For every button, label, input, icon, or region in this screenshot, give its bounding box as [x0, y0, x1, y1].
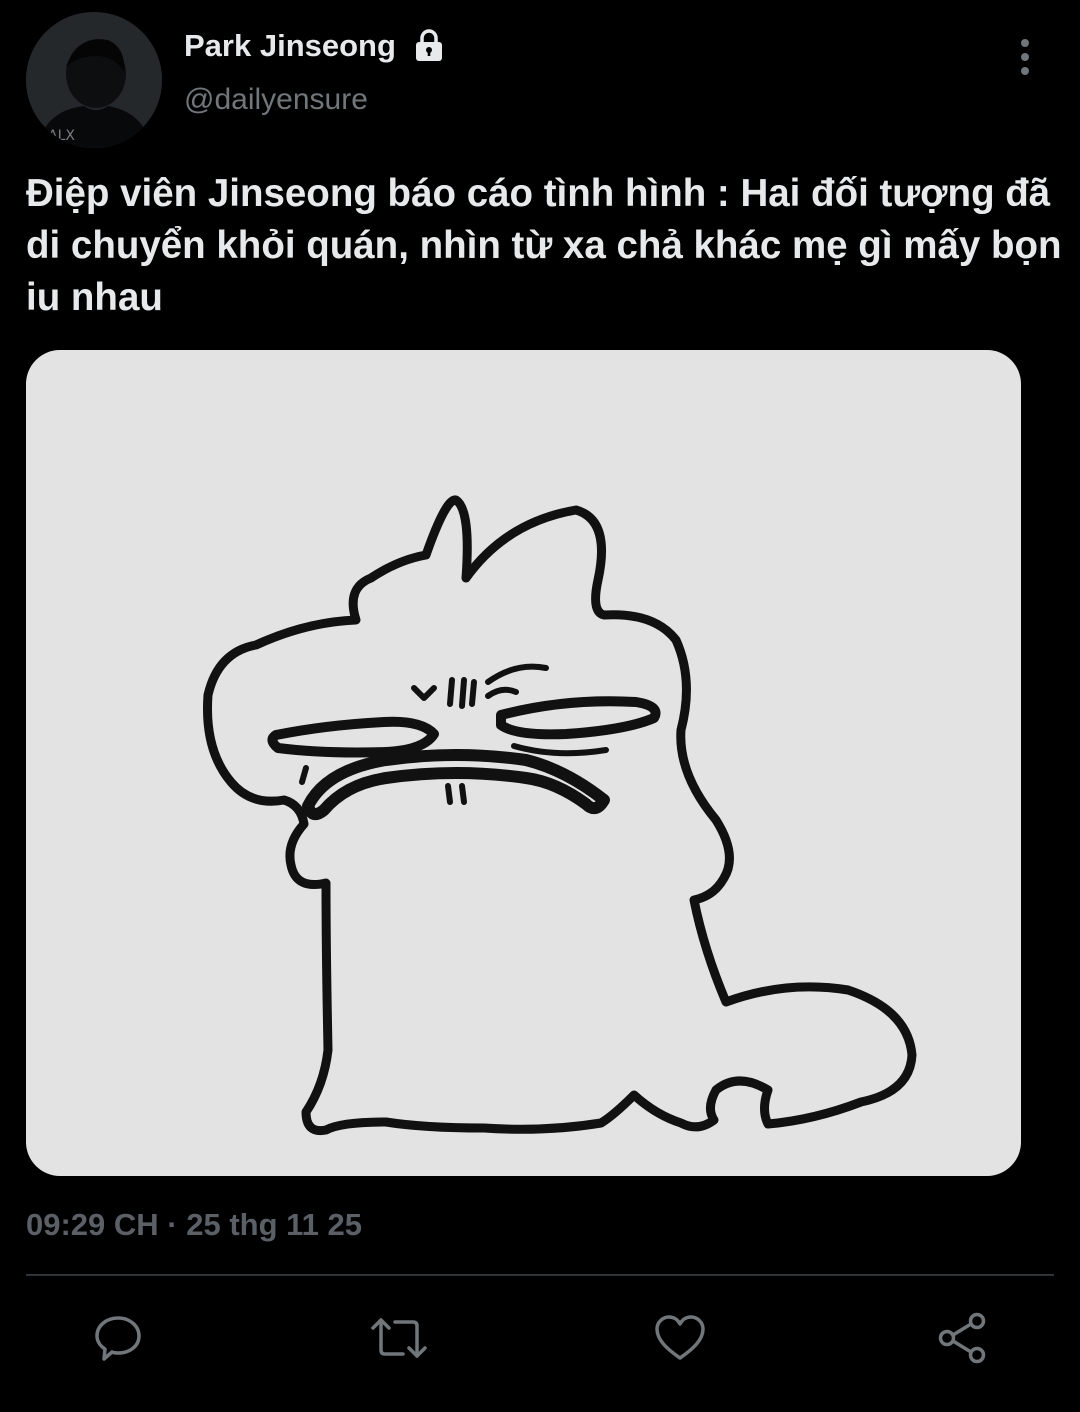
avatar[interactable]: ALX	[26, 12, 162, 148]
lock-icon	[416, 29, 442, 61]
author-display-name[interactable]: Park Jinseong	[184, 24, 396, 68]
share-button[interactable]	[932, 1308, 992, 1368]
retweet-button[interactable]	[369, 1308, 429, 1368]
author-handle[interactable]: @dailyensure	[184, 80, 368, 120]
heart-icon	[655, 1315, 705, 1360]
tweet-media[interactable]	[26, 350, 1021, 1176]
profile-photo: ALX	[26, 12, 162, 148]
svg-text:ALX: ALX	[48, 128, 75, 144]
retweet-icon	[371, 1318, 427, 1358]
cartoon-grumpy-creature-image	[203, 495, 917, 1136]
share-icon	[938, 1312, 986, 1364]
reply-icon	[95, 1316, 141, 1361]
vertical-ellipsis-icon	[1021, 39, 1029, 75]
reply-button[interactable]	[88, 1308, 148, 1368]
tweet-timestamp[interactable]: 09:29 CH · 25 thg 11 25	[26, 1204, 362, 1246]
tweet-text: Điệp viên Jinseong báo cáo tình hình : H…	[26, 172, 1062, 319]
like-button[interactable]	[650, 1308, 710, 1368]
divider	[26, 1274, 1054, 1276]
more-options-button[interactable]	[1000, 30, 1050, 84]
